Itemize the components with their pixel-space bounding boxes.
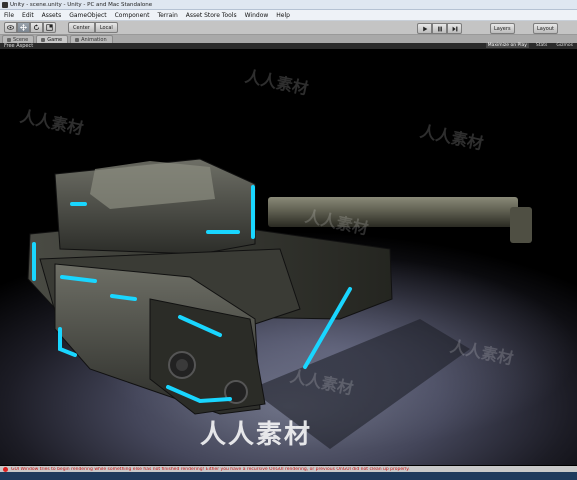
stats-toggle[interactable]: Stats: [534, 43, 550, 48]
layout-dropdown[interactable]: Layout: [533, 23, 558, 34]
game-view-options: Maximize on Play Stats Gizmos: [481, 43, 575, 48]
os-taskbar: [0, 472, 577, 480]
tab-game[interactable]: Game: [36, 35, 69, 43]
menu-gameobject[interactable]: GameObject: [65, 12, 110, 19]
game-icon: [41, 37, 46, 42]
rotate-tool-button[interactable]: [30, 22, 43, 33]
play-button[interactable]: [417, 23, 432, 34]
pause-icon: [437, 26, 442, 31]
tab-scene-label: Scene: [13, 36, 29, 43]
toolbar: Center Local Layers Layout: [0, 21, 577, 35]
menu-asset-store-tools[interactable]: Asset Store Tools: [182, 12, 241, 19]
gizmos-dropdown[interactable]: Gizmos: [554, 43, 575, 48]
menu-edit[interactable]: Edit: [18, 12, 38, 19]
unity-logo-icon: [2, 1, 8, 8]
hand-tool-button[interactable]: [4, 22, 17, 33]
layers-label: Layers: [494, 25, 511, 32]
watermark-main: 人人素材: [200, 420, 313, 450]
move-tool-button[interactable]: [17, 22, 30, 33]
maximize-on-play-toggle[interactable]: Maximize on Play: [485, 43, 529, 48]
scale-tool-button[interactable]: [43, 22, 56, 33]
pivot-toggles: Center Local: [68, 22, 118, 33]
tab-animation[interactable]: Animation: [70, 35, 113, 43]
menu-help[interactable]: Help: [272, 12, 294, 19]
window-title-bar: Unity - scene.unity - Unity - PC and Mac…: [0, 0, 577, 10]
error-icon: [3, 466, 8, 472]
tab-game-label: Game: [47, 36, 63, 43]
view-tabs: Scene Game Animation: [0, 35, 577, 43]
scale-icon: [46, 24, 53, 31]
menu-terrain[interactable]: Terrain: [153, 12, 181, 19]
pivot-center-toggle[interactable]: Center: [68, 22, 95, 33]
tab-animation-label: Animation: [81, 36, 107, 43]
game-viewport[interactable]: 人人素材 人人素材 人人素材 人人素材 人人素材 人人素材: [0, 49, 577, 465]
animation-icon: [75, 37, 80, 42]
pivot-local-toggle[interactable]: Local: [94, 22, 118, 33]
status-message[interactable]: GUI Window tries to begin rendering whil…: [11, 467, 410, 472]
layout-label: Layout: [537, 25, 554, 32]
view-eye-icon: [7, 25, 14, 30]
menu-window[interactable]: Window: [241, 12, 273, 19]
window-title: Unity - scene.unity - Unity - PC and Mac…: [10, 1, 153, 8]
move-arrows-icon: [20, 24, 27, 31]
tank-render: [27, 158, 532, 449]
step-button[interactable]: [447, 23, 462, 34]
tab-scene[interactable]: Scene: [2, 35, 35, 43]
play-controls: [417, 23, 462, 34]
step-icon: [452, 26, 457, 31]
menu-assets[interactable]: Assets: [38, 12, 66, 19]
rotate-icon: [33, 24, 40, 31]
pause-button[interactable]: [432, 23, 447, 34]
transform-tools: [4, 22, 56, 33]
menu-component[interactable]: Component: [111, 12, 154, 19]
menu-bar: File Edit Assets GameObject Component Te…: [0, 10, 577, 21]
layers-dropdown[interactable]: Layers: [490, 23, 515, 34]
scene-icon: [7, 37, 11, 42]
play-icon: [422, 26, 427, 31]
menu-file[interactable]: File: [0, 12, 18, 19]
